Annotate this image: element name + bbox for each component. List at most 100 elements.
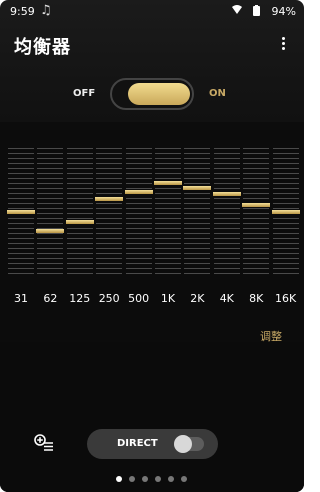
eq-grid-line (243, 168, 270, 169)
eq-grid-line (243, 153, 270, 154)
eq-level-handle[interactable] (154, 181, 182, 185)
eq-grid-line (8, 168, 34, 169)
eq-grid-line (243, 198, 270, 199)
eq-grid-line (213, 223, 240, 224)
eq-grid-line (155, 173, 181, 174)
page-dot[interactable] (168, 476, 174, 482)
eq-grid-line (184, 148, 211, 149)
eq-level-handle[interactable] (242, 203, 271, 207)
eq-grid-line (272, 268, 299, 269)
eq-grid-line (184, 163, 211, 164)
eq-grid-line (125, 218, 152, 219)
eq-grid-line (96, 258, 123, 259)
eq-grid-line (8, 223, 34, 224)
eq-grid-line (37, 188, 64, 189)
eq-grid-line (213, 268, 240, 269)
eq-grid-line (272, 168, 299, 169)
eq-grid-line (213, 208, 240, 209)
eq-grid-line (66, 188, 93, 189)
eq-grid-line (66, 253, 93, 254)
direct-toggle[interactable]: DIRECT (87, 429, 218, 459)
eq-grid-line (272, 248, 299, 249)
eq-grid-line (213, 273, 240, 274)
eq-band-slider[interactable] (124, 148, 153, 278)
eq-grid-line (37, 208, 64, 209)
eq-grid-line (66, 148, 93, 149)
eq-grid-line (8, 273, 34, 274)
eq-band-label: 16K (274, 292, 297, 305)
eq-grid-line (8, 228, 34, 229)
eq-grid-line (243, 258, 270, 259)
eq-band-slider[interactable] (7, 148, 35, 278)
eq-grid-line (8, 173, 34, 174)
eq-grid-line (8, 188, 34, 189)
eq-grid-line (37, 248, 64, 249)
eq-grid-line (66, 233, 93, 234)
eq-level-handle[interactable] (95, 197, 124, 201)
eq-grid-line (155, 163, 181, 164)
eq-band-slider[interactable] (65, 148, 94, 278)
eq-grid-line (8, 248, 34, 249)
eq-grid-line (243, 213, 270, 214)
eq-grid-line (184, 183, 211, 184)
more-options-icon[interactable] (282, 37, 286, 53)
equalizer-master-toggle[interactable] (110, 78, 194, 110)
eq-grid-line (66, 178, 93, 179)
eq-level-handle[interactable] (124, 190, 153, 194)
eq-grid-line (96, 163, 123, 164)
page-dot[interactable] (155, 476, 161, 482)
eq-grid-line (96, 268, 123, 269)
page-title: 均衡器 (14, 37, 71, 58)
eq-grid-line (155, 148, 181, 149)
eq-grid-line (213, 148, 240, 149)
eq-band-label: 1K (160, 292, 176, 305)
eq-grid-line (155, 168, 181, 169)
battery-percent: 94% (271, 5, 296, 18)
eq-grid-line (96, 228, 123, 229)
eq-grid-line (243, 243, 270, 244)
eq-band-slider[interactable] (36, 148, 65, 278)
eq-level-handle[interactable] (212, 192, 241, 196)
eq-band-slider[interactable] (212, 148, 241, 278)
eq-level-handle[interactable] (183, 186, 212, 190)
page-dot[interactable] (129, 476, 135, 482)
eq-grid-line (8, 178, 34, 179)
eq-grid-line (155, 258, 181, 259)
eq-level-handle[interactable] (7, 210, 35, 214)
eq-grid-line (184, 153, 211, 154)
eq-grid-line (272, 238, 299, 239)
eq-grid-line (37, 198, 64, 199)
eq-band-slider[interactable] (242, 148, 271, 278)
page-dot[interactable] (116, 476, 122, 482)
eq-grid-line (96, 213, 123, 214)
eq-grid-line (66, 268, 93, 269)
eq-grid-line (155, 188, 181, 189)
add-preset-icon[interactable] (34, 434, 54, 452)
eq-grid-line (184, 223, 211, 224)
eq-level-handle[interactable] (36, 229, 65, 233)
eq-grid-line (96, 253, 123, 254)
eq-band-slider[interactable] (183, 148, 212, 278)
eq-grid-line (243, 193, 270, 194)
eq-grid-line (96, 183, 123, 184)
eq-grid-line (155, 243, 181, 244)
direct-switch[interactable] (174, 435, 204, 453)
eq-band-slider[interactable] (271, 148, 300, 278)
eq-grid-line (37, 258, 64, 259)
page-dot[interactable] (142, 476, 148, 482)
eq-grid-line (125, 228, 152, 229)
page-dot[interactable] (181, 476, 187, 482)
eq-grid-line (96, 238, 123, 239)
eq-level-handle[interactable] (65, 220, 94, 224)
eq-grid-line (96, 233, 123, 234)
eq-grid-line (184, 253, 211, 254)
eq-grid-line (96, 158, 123, 159)
eq-band-label: 8K (249, 292, 264, 305)
direct-label: DIRECT (117, 438, 158, 449)
eq-band-slider[interactable] (154, 148, 182, 278)
eq-level-handle[interactable] (271, 210, 300, 214)
eq-band-slider[interactable] (95, 148, 124, 278)
eq-grid-line (96, 193, 123, 194)
eq-grid-line (272, 198, 299, 199)
eq-grid-line (272, 153, 299, 154)
